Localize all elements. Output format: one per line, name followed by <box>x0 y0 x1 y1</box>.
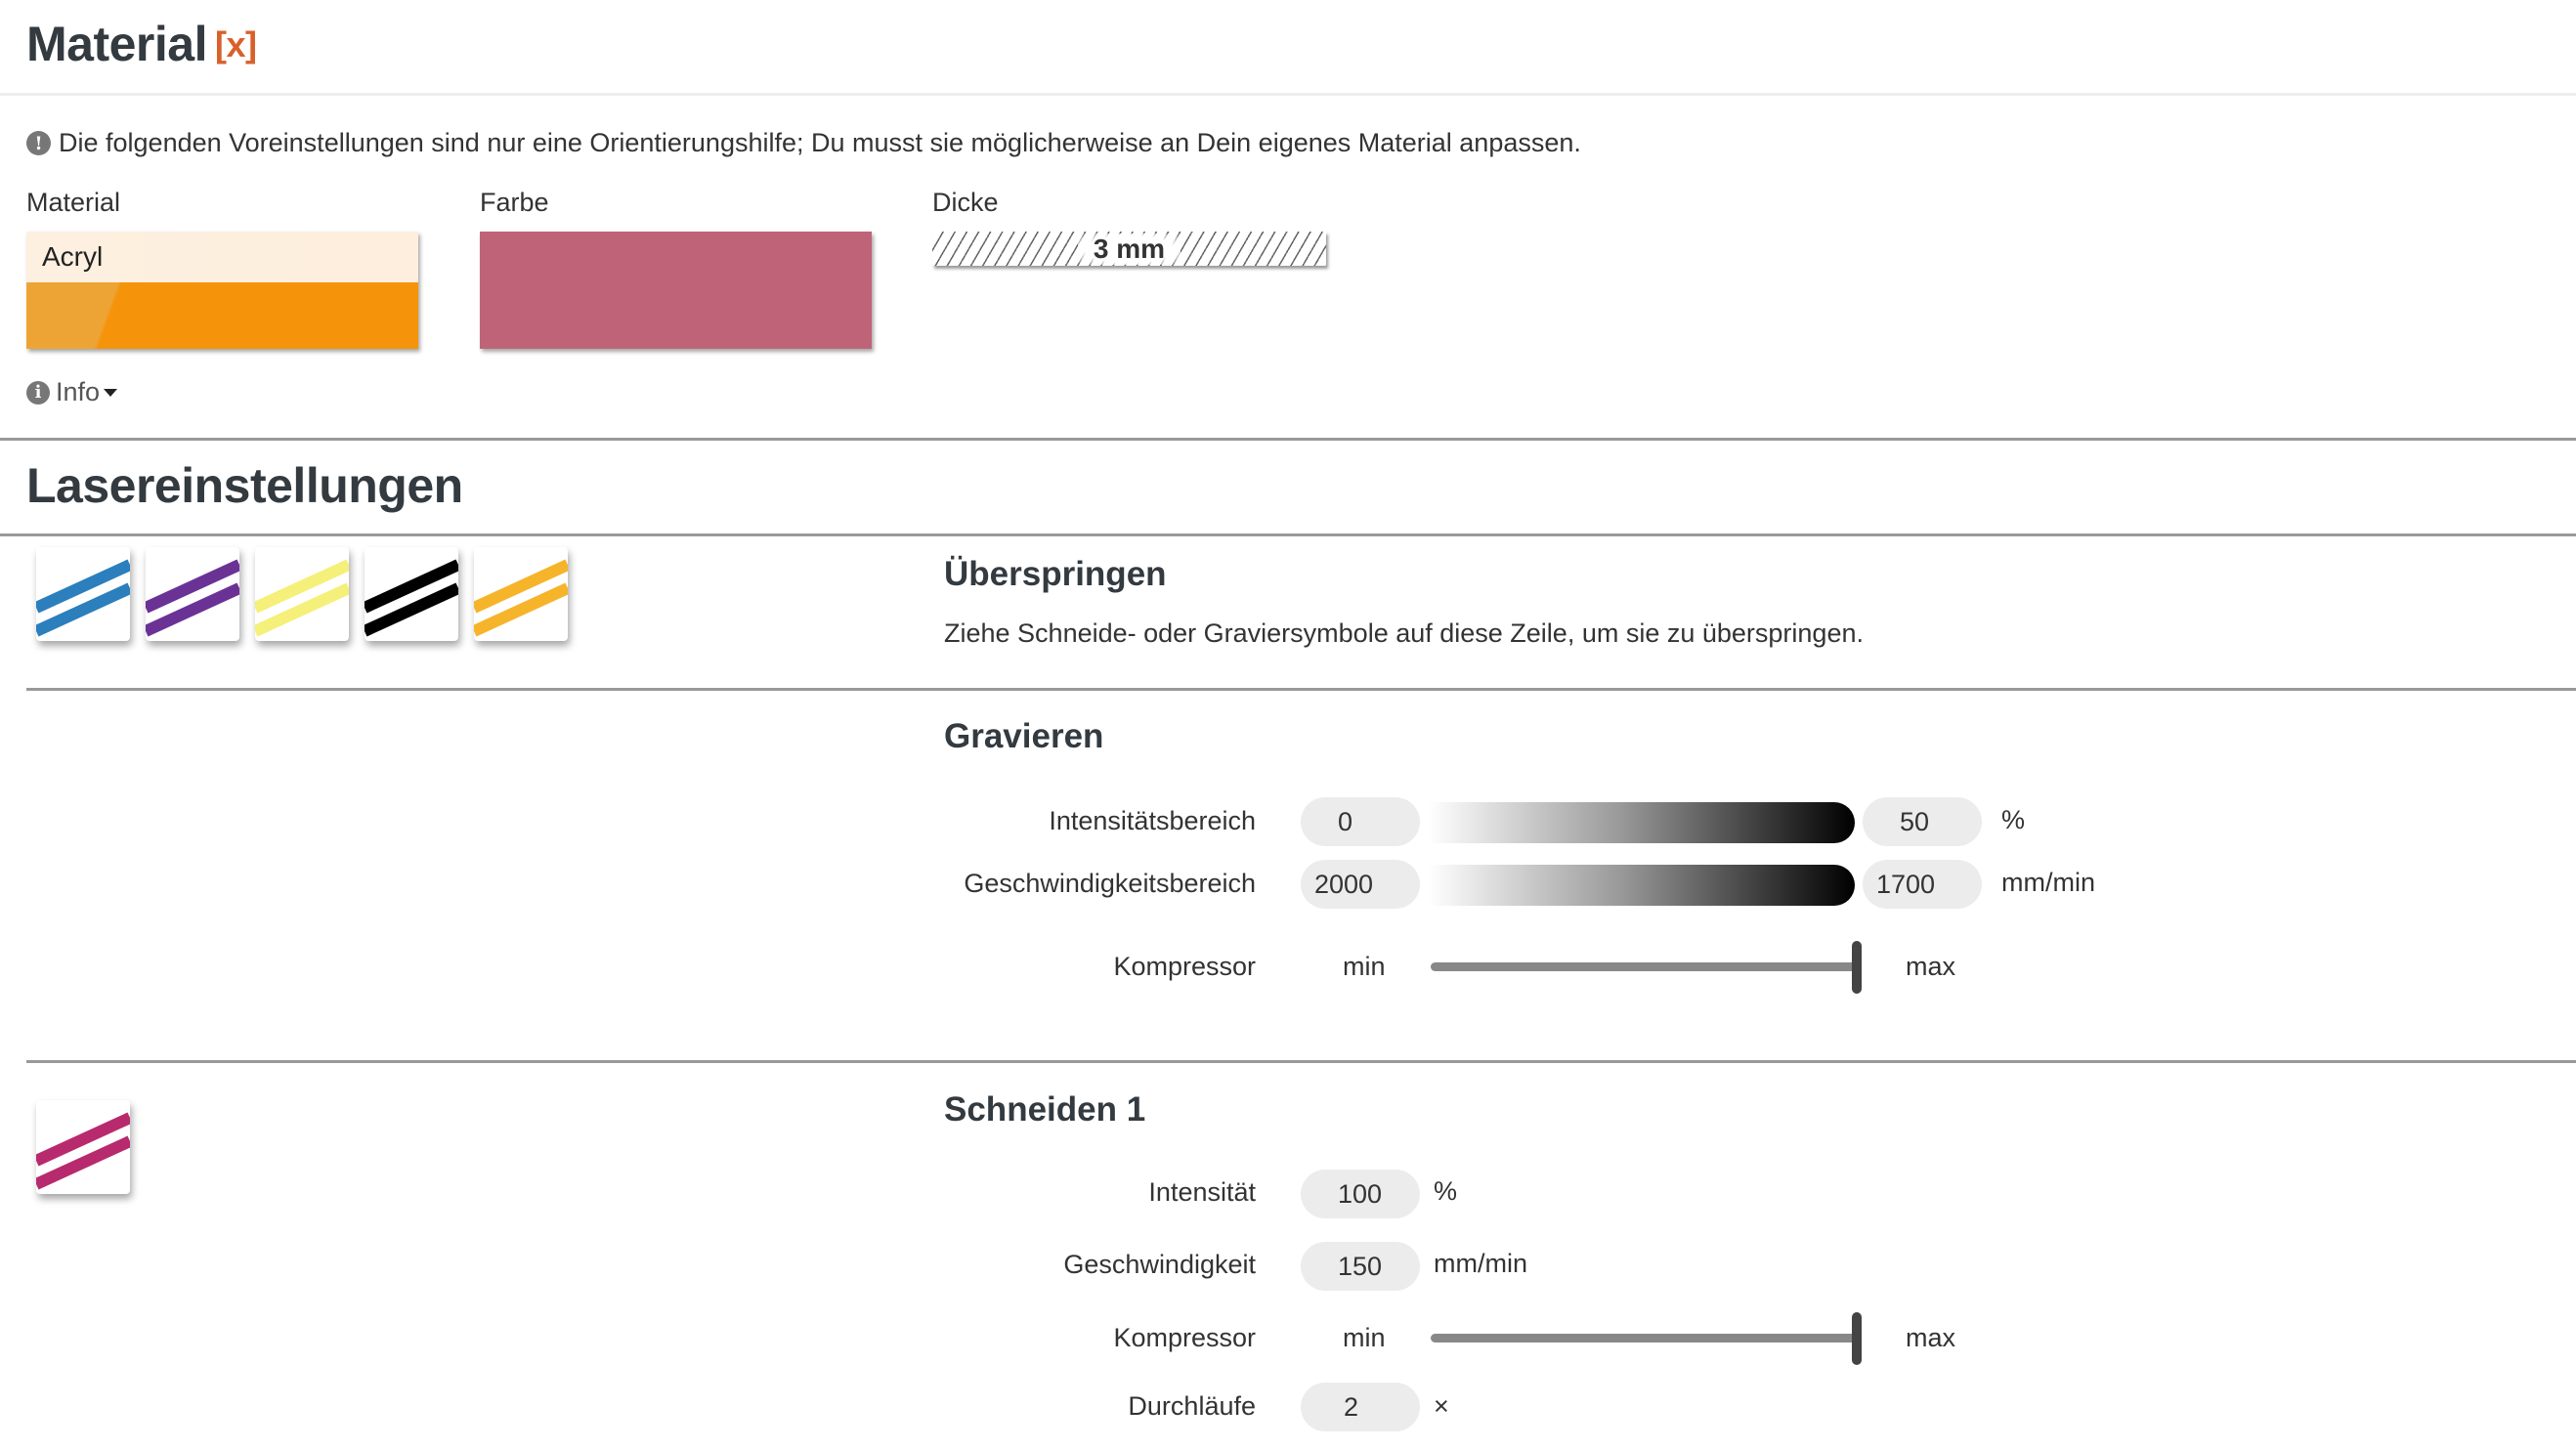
cut1-title: Schneiden 1 <box>944 1090 1146 1129</box>
stripe <box>365 559 458 614</box>
thickness-selector[interactable]: 3 mm <box>932 232 1326 266</box>
skip-symbol-yellow[interactable] <box>255 547 349 641</box>
info-toggle[interactable]: i Info <box>26 377 118 407</box>
skip-symbol-blue[interactable] <box>36 547 130 641</box>
engrave-speed-gradient <box>1429 865 1855 906</box>
stripe <box>36 1135 130 1190</box>
page-title: Material [x] <box>26 16 257 72</box>
color-label: Farbe <box>480 188 549 217</box>
cut1-speed-input[interactable] <box>1301 1242 1420 1291</box>
engrave-intensity-min-input[interactable] <box>1301 797 1420 846</box>
engrave-speed-label: Geschwindigkeitsbereich <box>964 869 1256 898</box>
stripe <box>255 582 349 637</box>
stripes-icon <box>36 1112 130 1190</box>
cut1-speed-unit: mm/min <box>1434 1249 1527 1278</box>
skip-divider <box>26 688 2576 691</box>
page-title-text: Material <box>26 17 207 71</box>
stripe <box>36 559 130 614</box>
skip-hint: Ziehe Schneide- oder Graviersymbole auf … <box>944 618 1864 648</box>
exclamation-circle-icon: ! <box>26 131 51 155</box>
color-selector[interactable] <box>480 232 872 349</box>
engrave-speed-unit: mm/min <box>2001 868 2095 897</box>
engrave-compressor-min-label: min <box>1343 952 1386 981</box>
close-button[interactable]: [x] <box>215 24 257 64</box>
engrave-intensity-unit: % <box>2001 805 2026 834</box>
cut1-compressor-handle[interactable] <box>1852 1312 1862 1365</box>
material-label: Material <box>26 188 121 217</box>
engrave-compressor-handle[interactable] <box>1852 941 1862 994</box>
notice: ! Die folgenden Voreinstellungen sind nu… <box>26 128 1581 158</box>
engrave-compressor-max-label: max <box>1906 952 1956 981</box>
cut1-intensity-label: Intensität <box>1148 1177 1256 1207</box>
engrave-intensity-label: Intensitätsbereich <box>1049 806 1256 835</box>
cut1-compressor-max-label: max <box>1906 1323 1956 1352</box>
stripes-icon <box>474 559 568 637</box>
engrave-speed-max-input[interactable] <box>1863 860 1982 909</box>
cut1-intensity-unit: % <box>1434 1176 1458 1206</box>
engrave-intensity-max-input[interactable] <box>1863 797 1982 846</box>
stripe <box>36 1112 130 1167</box>
stripe <box>36 582 130 637</box>
stripe <box>146 559 239 614</box>
cut1-compressor-min-label: min <box>1343 1323 1386 1352</box>
cut1-passes-label: Durchläufe <box>1128 1391 1256 1421</box>
engrave-divider <box>26 1060 2576 1063</box>
caret-down-icon <box>104 388 118 397</box>
stripes-icon <box>255 559 349 637</box>
engrave-title: Gravieren <box>944 717 1104 755</box>
laser-title-divider <box>0 533 2576 536</box>
material-selector[interactable]: Acryl <box>26 232 418 349</box>
stripe <box>474 582 568 637</box>
header-divider <box>0 93 2576 96</box>
engrave-intensity-gradient <box>1429 802 1855 843</box>
stripes-icon <box>365 559 458 637</box>
engrave-speed-min-input[interactable] <box>1301 860 1420 909</box>
cut1-compressor-slider[interactable] <box>1431 1334 1857 1342</box>
skip-symbol-purple[interactable] <box>146 547 239 641</box>
skip-title: Überspringen <box>944 555 1167 593</box>
stripe <box>255 559 349 614</box>
cut1-symbol-magenta[interactable] <box>36 1100 130 1194</box>
thickness-value: 3 mm <box>1077 233 1181 265</box>
cut1-compressor-label: Kompressor <box>1113 1323 1256 1352</box>
cut1-passes-unit: × <box>1434 1391 1449 1421</box>
stripe <box>146 582 239 637</box>
material-name: Acryl <box>26 232 418 282</box>
material-swatch <box>26 282 418 349</box>
engrave-compressor-label: Kompressor <box>1113 952 1256 981</box>
engrave-compressor-slider[interactable] <box>1431 962 1857 971</box>
section-divider <box>0 438 2576 441</box>
cut1-passes-input[interactable] <box>1301 1383 1420 1431</box>
info-circle-icon: i <box>26 380 50 405</box>
info-label: Info <box>56 377 101 406</box>
laser-settings-title: Lasereinstellungen <box>26 458 463 513</box>
notice-text: Die folgenden Voreinstellungen sind nur … <box>59 128 1581 157</box>
stripe <box>474 559 568 614</box>
stripe <box>365 582 458 637</box>
stripes-icon <box>146 559 239 637</box>
skip-symbol-black[interactable] <box>365 547 458 641</box>
stripes-icon <box>36 559 130 637</box>
cut1-intensity-input[interactable] <box>1301 1170 1420 1218</box>
cut1-speed-label: Geschwindigkeit <box>1063 1250 1256 1279</box>
thickness-label: Dicke <box>932 188 999 217</box>
skip-symbol-orange[interactable] <box>474 547 568 641</box>
